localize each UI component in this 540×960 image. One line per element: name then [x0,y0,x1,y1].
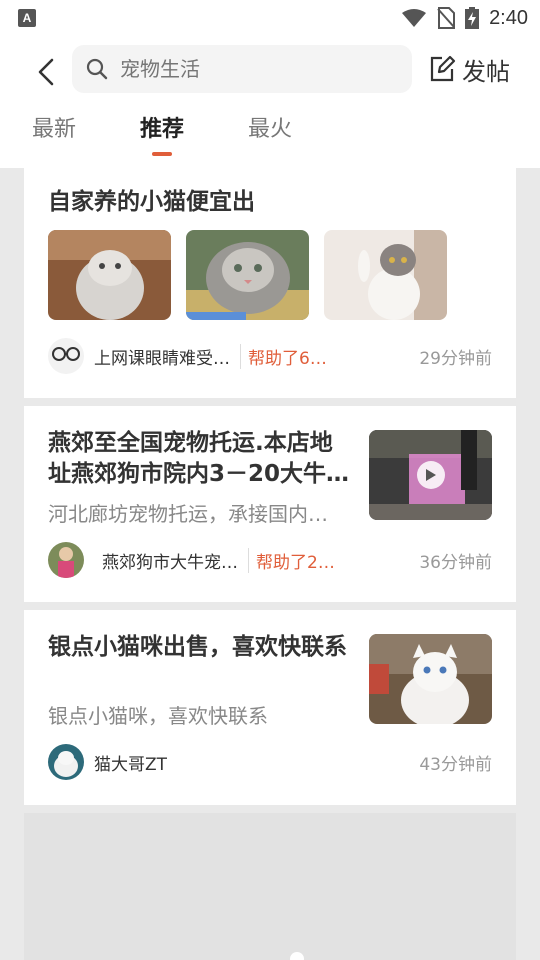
play-icon[interactable] [416,461,445,489]
avatar[interactable] [48,744,84,780]
video-thumbnail[interactable] [369,430,492,520]
author-name[interactable]: 燕郊狗市大牛宠… [102,548,238,573]
back-button[interactable] [28,54,64,90]
post-title: 自家养的小猫便宜出 [48,189,255,215]
no-sim-icon [437,7,456,29]
loading-card-placeholder [24,813,516,960]
kitten-photo[interactable] [324,230,447,320]
tab-latest[interactable]: 最新 [32,112,76,156]
author-name[interactable]: 猫大哥ZT [94,750,167,775]
avatar[interactable] [48,338,84,374]
post-time: 29分钟前 [419,348,492,369]
avatar[interactable] [48,542,84,578]
kitten-photo[interactable] [186,230,309,320]
post-time: 36分钟前 [419,552,492,573]
tab-hottest[interactable]: 最火 [248,112,292,156]
back-arrow-icon [38,58,54,86]
helped-count: 帮助了2… [248,547,335,573]
search-icon [86,58,108,80]
wifi-icon [402,9,427,27]
kitten-photo[interactable] [48,230,171,320]
post-title: 燕郊至全国宠物托运.本店地址燕郊狗市院内3－20大牛… [48,430,350,487]
post-description: 银点小猫咪，喜欢快联系 [48,704,268,728]
post-description: 河北廊坊宠物托运，承接国内… [48,502,328,526]
status-time: 2:40 [489,6,528,29]
search-bar[interactable] [72,45,412,93]
battery-charging-icon [465,7,480,29]
post-button[interactable]: 发帖 [428,52,510,86]
edit-icon [430,55,456,82]
post-card[interactable]: 自家养的小猫便宜出 上网课眼睛难受… 帮助了6… 29分钟前 [24,168,516,398]
post-title: 银点小猫咪出售，喜欢快联系 [48,634,347,660]
loading-indicator [290,952,304,960]
post-card[interactable]: 银点小猫咪出售，喜欢快联系 银点小猫咪，喜欢快联系 猫大哥ZT 43分钟前 [24,610,516,805]
post-meta: 猫大哥ZT 43分钟前 [48,744,492,780]
cat-photo[interactable] [369,634,492,724]
header: 发帖 最新 推荐 最火 [0,36,540,168]
status-bar: A 2:40 [0,0,540,36]
post-button-label: 发帖 [462,57,510,86]
post-meta: 上网课眼睛难受… 帮助了6… 29分钟前 [48,338,492,374]
post-card[interactable]: 燕郊至全国宠物托运.本店地址燕郊狗市院内3－20大牛… 河北廊坊宠物托运，承接国… [24,406,516,602]
helped-count: 帮助了6… [240,343,327,369]
post-time: 43分钟前 [419,754,492,775]
post-meta: 燕郊狗市大牛宠… 帮助了2… 36分钟前 [48,542,492,578]
app-notification-icon: A [18,9,36,27]
search-input[interactable] [120,57,380,81]
tab-bar: 最新 推荐 最火 [32,112,292,156]
tab-recommended[interactable]: 推荐 [140,112,184,156]
author-name[interactable]: 上网课眼睛难受… [94,344,230,369]
